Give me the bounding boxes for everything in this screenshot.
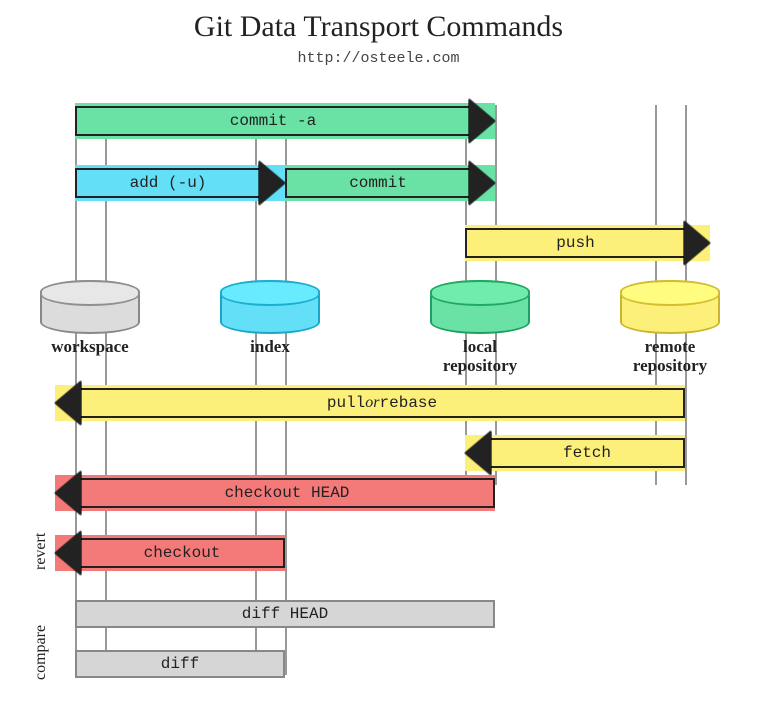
- arrow-head-icon: [55, 471, 81, 515]
- location-remote-repo: remoterepository: [610, 280, 730, 375]
- arrow-label: commit -a: [75, 106, 469, 136]
- arrow-label: pull or rebase: [81, 388, 685, 418]
- git-transport-diagram: Git Data Transport Commands http://ostee…: [10, 10, 747, 705]
- location-label: index: [210, 338, 330, 357]
- arrow-head-icon: [469, 161, 495, 205]
- arrow-head-icon: [469, 99, 495, 143]
- side-label-revert: revert: [32, 533, 50, 570]
- arrow-commit-a: commit -a: [75, 103, 495, 139]
- location-label: localrepository: [420, 338, 540, 375]
- arrow-head-icon: [684, 221, 710, 265]
- side-label-compare: compare: [32, 625, 50, 680]
- arrow-label: fetch: [491, 438, 685, 468]
- compare-label: diff HEAD: [242, 605, 328, 623]
- arrow-commit: commit: [285, 165, 495, 201]
- arrow-head-icon: [55, 531, 81, 575]
- cylinder-icon: [430, 280, 530, 334]
- location-label: workspace: [30, 338, 150, 357]
- arrow-head-icon: [465, 431, 491, 475]
- cylinder-icon: [620, 280, 720, 334]
- arrow-push: push: [465, 225, 710, 261]
- arrow-add: add (-u): [75, 165, 285, 201]
- compare-diff-head: diff HEAD: [75, 600, 495, 628]
- arrow-label: add (-u): [75, 168, 259, 198]
- arrow-pull-or-rebase: pull or rebase: [55, 385, 685, 421]
- arrow-label: checkout: [81, 538, 285, 568]
- cylinder-icon: [220, 280, 320, 334]
- arrow-checkout: checkout: [55, 535, 285, 571]
- arrow-label: push: [465, 228, 684, 258]
- cylinder-icon: [40, 280, 140, 334]
- arrow-head-icon: [259, 161, 285, 205]
- location-label: remoterepository: [610, 338, 730, 375]
- arrow-checkout-head: checkout HEAD: [55, 475, 495, 511]
- compare-label: diff: [161, 655, 199, 673]
- arrow-fetch: fetch: [465, 435, 685, 471]
- arrow-head-icon: [55, 381, 81, 425]
- diagram-title: Git Data Transport Commands: [10, 10, 747, 44]
- arrow-label: commit: [285, 168, 469, 198]
- location-local-repo: localrepository: [420, 280, 540, 375]
- diagram-subtitle: http://osteele.com: [10, 50, 747, 67]
- location-workspace: workspace: [30, 280, 150, 357]
- location-index: index: [210, 280, 330, 357]
- arrow-label: checkout HEAD: [81, 478, 495, 508]
- compare-diff: diff: [75, 650, 285, 678]
